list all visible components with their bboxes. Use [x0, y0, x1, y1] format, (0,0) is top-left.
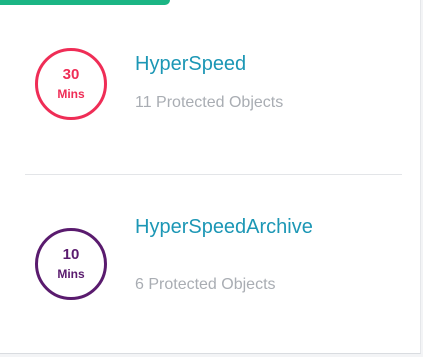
protected-objects-count: 6 Protected Objects [135, 276, 276, 293]
sla-frequency-badge: 10 Mins [35, 228, 107, 300]
sla-domain-card: 30 Mins HyperSpeed 11 Protected Objects … [0, 0, 421, 354]
top-accent-bar [0, 0, 170, 5]
sla-row-hyperspeed[interactable]: 30 Mins HyperSpeed 11 Protected Objects [0, 24, 421, 144]
sla-frequency-unit: Mins [57, 267, 85, 281]
row-divider [25, 174, 402, 175]
protected-objects-count: 11 Protected Objects [135, 94, 284, 111]
sla-frequency-badge: 30 Mins [35, 48, 107, 120]
sla-frequency-value: 30 [62, 66, 80, 83]
sla-domain-name[interactable]: HyperSpeedArchive [135, 215, 313, 239]
sla-domain-name[interactable]: HyperSpeed [135, 52, 246, 76]
sla-frequency-value: 10 [62, 246, 80, 263]
sla-frequency-unit: Mins [57, 87, 85, 101]
sla-row-hyperspeedarchive[interactable]: 10 Mins HyperSpeedArchive 6 Protected Ob… [0, 205, 421, 325]
